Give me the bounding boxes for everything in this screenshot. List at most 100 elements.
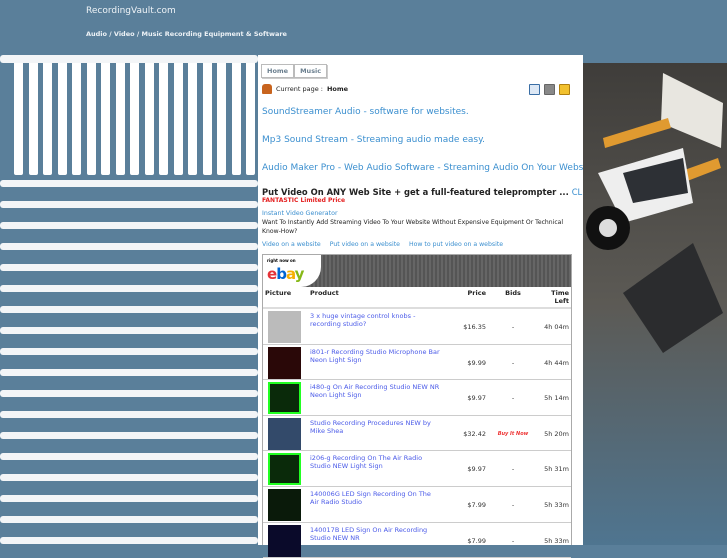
product-thumbnail[interactable]: [268, 382, 301, 415]
decor-stripe: [0, 537, 258, 544]
bids: -: [511, 536, 515, 545]
decor-stripe: [0, 495, 258, 502]
col-product: Product: [310, 289, 339, 297]
tab-home[interactable]: Home: [261, 64, 295, 78]
decor-stripe: [0, 369, 258, 376]
ebay-header: right now on ebay: [263, 255, 571, 287]
decor-stripe: [0, 348, 258, 355]
video-link[interactable]: Put video on a website: [330, 241, 400, 248]
product-link[interactable]: i480-g On Air Recording Studio NEW NR Ne…: [310, 382, 440, 414]
table-row: 140006G LED Sign Recording On The Air Ra…: [263, 487, 571, 523]
promo-headline: Put Video On ANY Web Site + get a full-f…: [262, 187, 621, 197]
decor-stripe: [0, 453, 258, 460]
bids: Buy It Now: [497, 430, 529, 437]
price: $9.97: [467, 465, 486, 474]
decor-stripe: [173, 55, 183, 175]
decor-stripe: [57, 55, 67, 175]
product-link[interactable]: 140017B LED Sign On Air Recording Studio…: [310, 525, 440, 557]
site-tagline: Audio / Video / Music Recording Equipmen…: [86, 30, 287, 38]
decor-stripe: [72, 55, 81, 175]
table-row: 3 x huge vintage control knobs - recordi…: [263, 309, 571, 345]
col-price: Price: [467, 289, 486, 297]
folder-icon[interactable]: [559, 84, 570, 95]
product-thumbnail[interactable]: [268, 488, 301, 521]
decor-stripe: [130, 55, 139, 175]
decor-stripe: [14, 55, 23, 175]
price: $7.99: [467, 536, 486, 545]
bids: -: [511, 465, 515, 474]
print-icon[interactable]: [544, 84, 555, 95]
product-thumbnail[interactable]: [268, 453, 301, 486]
table-row: i206-g Recording On The Air Radio Studio…: [263, 451, 571, 487]
breadcrumb: Current page : Home: [262, 84, 348, 94]
decor-stripe: [0, 243, 258, 250]
site-title[interactable]: RecordingVault.com: [86, 6, 176, 16]
decor-stripe: [43, 55, 52, 175]
product-thumbnail[interactable]: [268, 417, 301, 450]
link-audio-maker-pro[interactable]: Audio Maker Pro - Web Audio Software - S…: [262, 163, 599, 173]
decor-stripe: [159, 55, 168, 175]
price: $9.99: [467, 358, 486, 367]
time-left: 5h 20m: [544, 429, 569, 438]
decor-stripe: [115, 55, 125, 175]
video-link[interactable]: How to put video on a website: [409, 241, 503, 248]
table-row: i801-r Recording Studio Microphone Bar N…: [263, 345, 571, 381]
product-thumbnail[interactable]: [268, 346, 301, 379]
decor-stripe: [28, 55, 38, 175]
decor-stripe: [0, 432, 258, 439]
tab-music[interactable]: Music: [294, 64, 328, 78]
product-thumbnail[interactable]: [268, 524, 301, 557]
product-link[interactable]: Studio Recording Procedures NEW by Mike …: [310, 418, 440, 450]
col-bids: Bids: [505, 289, 521, 297]
product-link[interactable]: i801-r Recording Studio Microphone Bar N…: [310, 347, 440, 379]
ebay-logo-text: ebay: [267, 265, 304, 283]
decor-stripe: [217, 55, 226, 175]
video-links: Video on a website Put video on a websit…: [262, 241, 503, 248]
home-icon[interactable]: [262, 84, 272, 94]
nav-tabs: Home Music: [261, 64, 328, 78]
decor-stripe: [0, 516, 258, 523]
col-picture: Picture: [265, 289, 292, 297]
decor-stripe: [0, 285, 258, 292]
breadcrumb-current: Home: [326, 85, 349, 93]
time-left: 4h 44m: [544, 358, 569, 367]
decor-stripe: [0, 264, 258, 271]
bids: -: [511, 500, 515, 509]
video-link[interactable]: Video on a website: [262, 241, 321, 248]
instant-video-generator-link[interactable]: Instant Video Generator: [262, 210, 338, 217]
bookmark-icon[interactable]: [529, 84, 540, 95]
link-mp3-sound-stream[interactable]: Mp3 Sound Stream - Streaming audio made …: [262, 135, 485, 145]
ebay-logo[interactable]: right now on ebay: [263, 255, 321, 287]
product-link[interactable]: 140006G LED Sign Recording On The Air Ra…: [310, 489, 440, 521]
product-link[interactable]: 3 x huge vintage control knobs - recordi…: [310, 311, 440, 343]
link-soundstreamer[interactable]: SoundStreamer Audio - software for websi…: [262, 107, 469, 117]
table-row: Studio Recording Procedures NEW by Mike …: [263, 416, 571, 452]
time-left: 5h 31m: [544, 465, 569, 474]
price: $7.99: [467, 500, 486, 509]
table-row: 140017B LED Sign On Air Recording Studio…: [263, 523, 571, 558]
table-header: Picture Product Price Bids Time Left: [263, 287, 571, 309]
time-left: 5h 33m: [544, 536, 569, 545]
decor-stripe: [0, 180, 258, 187]
decor-stripe: [86, 55, 96, 175]
decor-stripe: [0, 411, 258, 418]
decor-stripe: [231, 55, 241, 175]
product-thumbnail[interactable]: [268, 311, 301, 343]
decor-stripe: [0, 306, 258, 313]
promo-description: Want To Instantly Add Streaming Video To…: [262, 219, 564, 235]
product-link[interactable]: i206-g Recording On The Air Radio Studio…: [310, 453, 440, 485]
price: $9.97: [467, 394, 486, 403]
ebay-tagline: right now on: [267, 258, 296, 263]
price-note: FANTASTIC Limited Price: [262, 197, 346, 204]
bids: -: [511, 323, 515, 331]
decorative-background: [0, 55, 258, 545]
decor-stripe: [144, 55, 154, 175]
col-time-left: Time Left: [551, 289, 569, 305]
time-left: 5h 33m: [544, 500, 569, 509]
price: $16.35: [463, 323, 486, 331]
decor-stripe: [0, 327, 258, 334]
decor-stripe: [0, 390, 258, 397]
price: $32.42: [463, 429, 486, 438]
decor-stripe: [0, 55, 258, 63]
decor-stripe: [101, 55, 110, 175]
